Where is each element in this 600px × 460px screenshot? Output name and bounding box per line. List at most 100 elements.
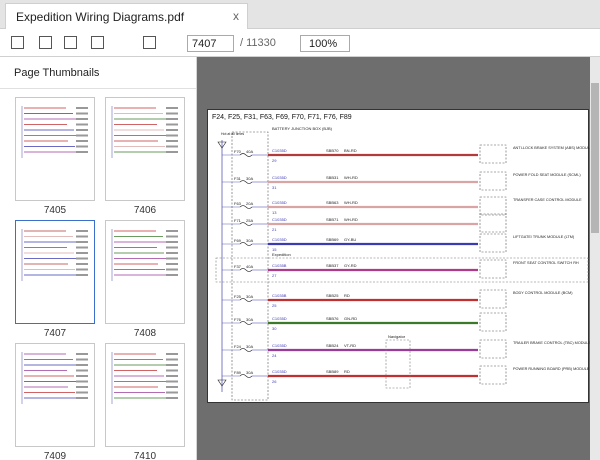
wire-color-label: RD [344, 369, 350, 374]
fuse-amps: 40A [246, 149, 253, 154]
fuse-label: F24 [234, 344, 242, 349]
page-thumbnail[interactable] [15, 220, 95, 324]
fuse-amps: 30A [246, 294, 253, 299]
module-label: TRANSFER CASE CONTROL MODULE [513, 198, 582, 202]
thumbnail-page-number: 7409 [43, 451, 67, 460]
pin-number: 26 [272, 379, 277, 384]
zoom-in-button[interactable] [64, 36, 77, 49]
wire-color-label: BN-RD [344, 148, 357, 153]
fuse-label: F63 [234, 201, 242, 206]
module-connector-box [479, 339, 507, 359]
expedition-label: Expedition [272, 252, 291, 257]
thumbnail-sidebar: Page Thumbnails 7405 7406 7407 7408 7409 7410 [0, 57, 197, 460]
vertical-scrollbar[interactable] [590, 57, 600, 460]
page-thumbnail[interactable] [15, 97, 95, 201]
document-viewer[interactable]: BATTERY JUNCTION BOX (BJB) Hot at all tim… [197, 57, 600, 460]
fuse-label: F25 [234, 294, 242, 299]
module-label: ANTI-LOCK BRAKE SYSTEM (ABS) MODULE [513, 146, 590, 150]
junction-box-label: BATTERY JUNCTION BOX (BJB) [272, 126, 333, 131]
page-number-input[interactable] [187, 35, 234, 52]
connector-label: C1035B [272, 263, 287, 268]
wire-color-label: GY-RD [344, 263, 357, 268]
circuit-label: SBB25 [326, 293, 339, 298]
connector-label: C1035D [272, 343, 287, 348]
fuse-amps: 20A [246, 201, 253, 206]
pin-number: 31 [272, 185, 277, 190]
wiring-diagram: BATTERY JUNCTION BOX (BJB) Hot at all tim… [215, 126, 590, 401]
page-thumbnail[interactable] [105, 220, 185, 324]
hot-label: Hot at all times [221, 132, 244, 136]
fuse-amps: 30A [246, 238, 253, 243]
circuit-label: SBB24 [326, 343, 339, 348]
module-connector-box [479, 144, 507, 164]
connector-label: C1035D [272, 369, 287, 374]
zoom-out-button[interactable] [39, 36, 52, 49]
pdf-page: BATTERY JUNCTION BOX (BJB) Hot at all tim… [207, 109, 590, 403]
wire-color-label: WH-RD [344, 175, 358, 180]
fuse-label: F76 [234, 317, 242, 322]
wire-color-label: WH-RD [344, 200, 358, 205]
toolbar: / 11330 [0, 29, 600, 57]
zoom-level-input[interactable] [300, 35, 350, 52]
fuse-amps: 25A [246, 218, 253, 223]
wire-color-label: GN-RD [344, 316, 357, 321]
thumbnail-preview [21, 352, 88, 404]
fuse-label: F71 [234, 218, 242, 223]
connector-label: C1035D [272, 148, 287, 153]
connector-label: C1035D [272, 200, 287, 205]
fuse-amps: 40A [246, 264, 253, 269]
thumbnail-page-number: 7408 [133, 328, 157, 339]
page-total-count: / 11330 [240, 37, 276, 49]
page-thumbnail[interactable] [105, 343, 185, 447]
circuit-label: SBB31 [326, 175, 339, 180]
thumbnail-preview [111, 352, 178, 404]
pin-number: 24 [272, 353, 277, 358]
document-tab[interactable]: Expedition Wiring Diagrams.pdf x [5, 3, 248, 30]
thumbnail-page-number: 7405 [43, 205, 67, 216]
pdf-viewer-app: Expedition Wiring Diagrams.pdf x / 11330… [0, 0, 600, 460]
pin-number: 27 [272, 273, 277, 278]
pin-number: 21 [272, 227, 277, 232]
fuse-amps: 30A [246, 176, 253, 181]
page-thumbnail[interactable] [105, 97, 185, 201]
thumbnail-preview [111, 106, 178, 158]
pin-number: 13 [272, 210, 277, 215]
scrollbar-thumb[interactable] [591, 83, 599, 233]
connector-label: C1035D [272, 237, 287, 242]
module-connector-box [479, 213, 507, 233]
sidebar-toggle-button[interactable] [11, 36, 24, 49]
navigator-label: Navigator [388, 334, 406, 339]
thumbnail-page-number: 7406 [133, 205, 157, 216]
circuit-label: SBB63 [326, 200, 339, 205]
thumbnail-preview [111, 229, 178, 281]
module-connector-box [479, 196, 507, 216]
fuse-label: F37 [234, 264, 242, 269]
circuit-label: SBB70 [326, 148, 339, 153]
circuit-label: SBB71 [326, 217, 339, 222]
fit-page-button[interactable] [143, 36, 156, 49]
circuit-label: SBB76 [326, 316, 339, 321]
module-connector-box [479, 289, 507, 309]
fuse-amps: 30A [246, 344, 253, 349]
navigator-region [385, 339, 411, 389]
wire-color-label: WH-RD [344, 217, 358, 222]
connector-label: C1035D [272, 175, 287, 180]
module-connector-box [479, 259, 507, 279]
page-thumbnail[interactable] [15, 343, 95, 447]
wire-color-label: RD [344, 293, 350, 298]
circuit-label: SBB89 [326, 369, 339, 374]
connector-label: C1035D [272, 316, 287, 321]
close-tab-button[interactable]: x [233, 9, 239, 23]
connector-label: C1035B [272, 293, 287, 298]
wire-color-label: VT-RD [344, 343, 356, 348]
fuse-label: F89 [234, 370, 242, 375]
module-label: BODY CONTROL MODULE (BCM) [513, 291, 573, 295]
thumbnail-preview [21, 229, 88, 281]
circuit-label: SBB69 [326, 237, 339, 242]
module-connector-box [479, 365, 507, 385]
pin-number: 25 [272, 303, 277, 308]
rotate-button[interactable] [91, 36, 104, 49]
tab-bar: Expedition Wiring Diagrams.pdf x [0, 0, 600, 30]
module-label: TRAILER BRAKE CONTROL (TBC) MODULE [513, 341, 590, 345]
module-connector-box [479, 171, 507, 191]
